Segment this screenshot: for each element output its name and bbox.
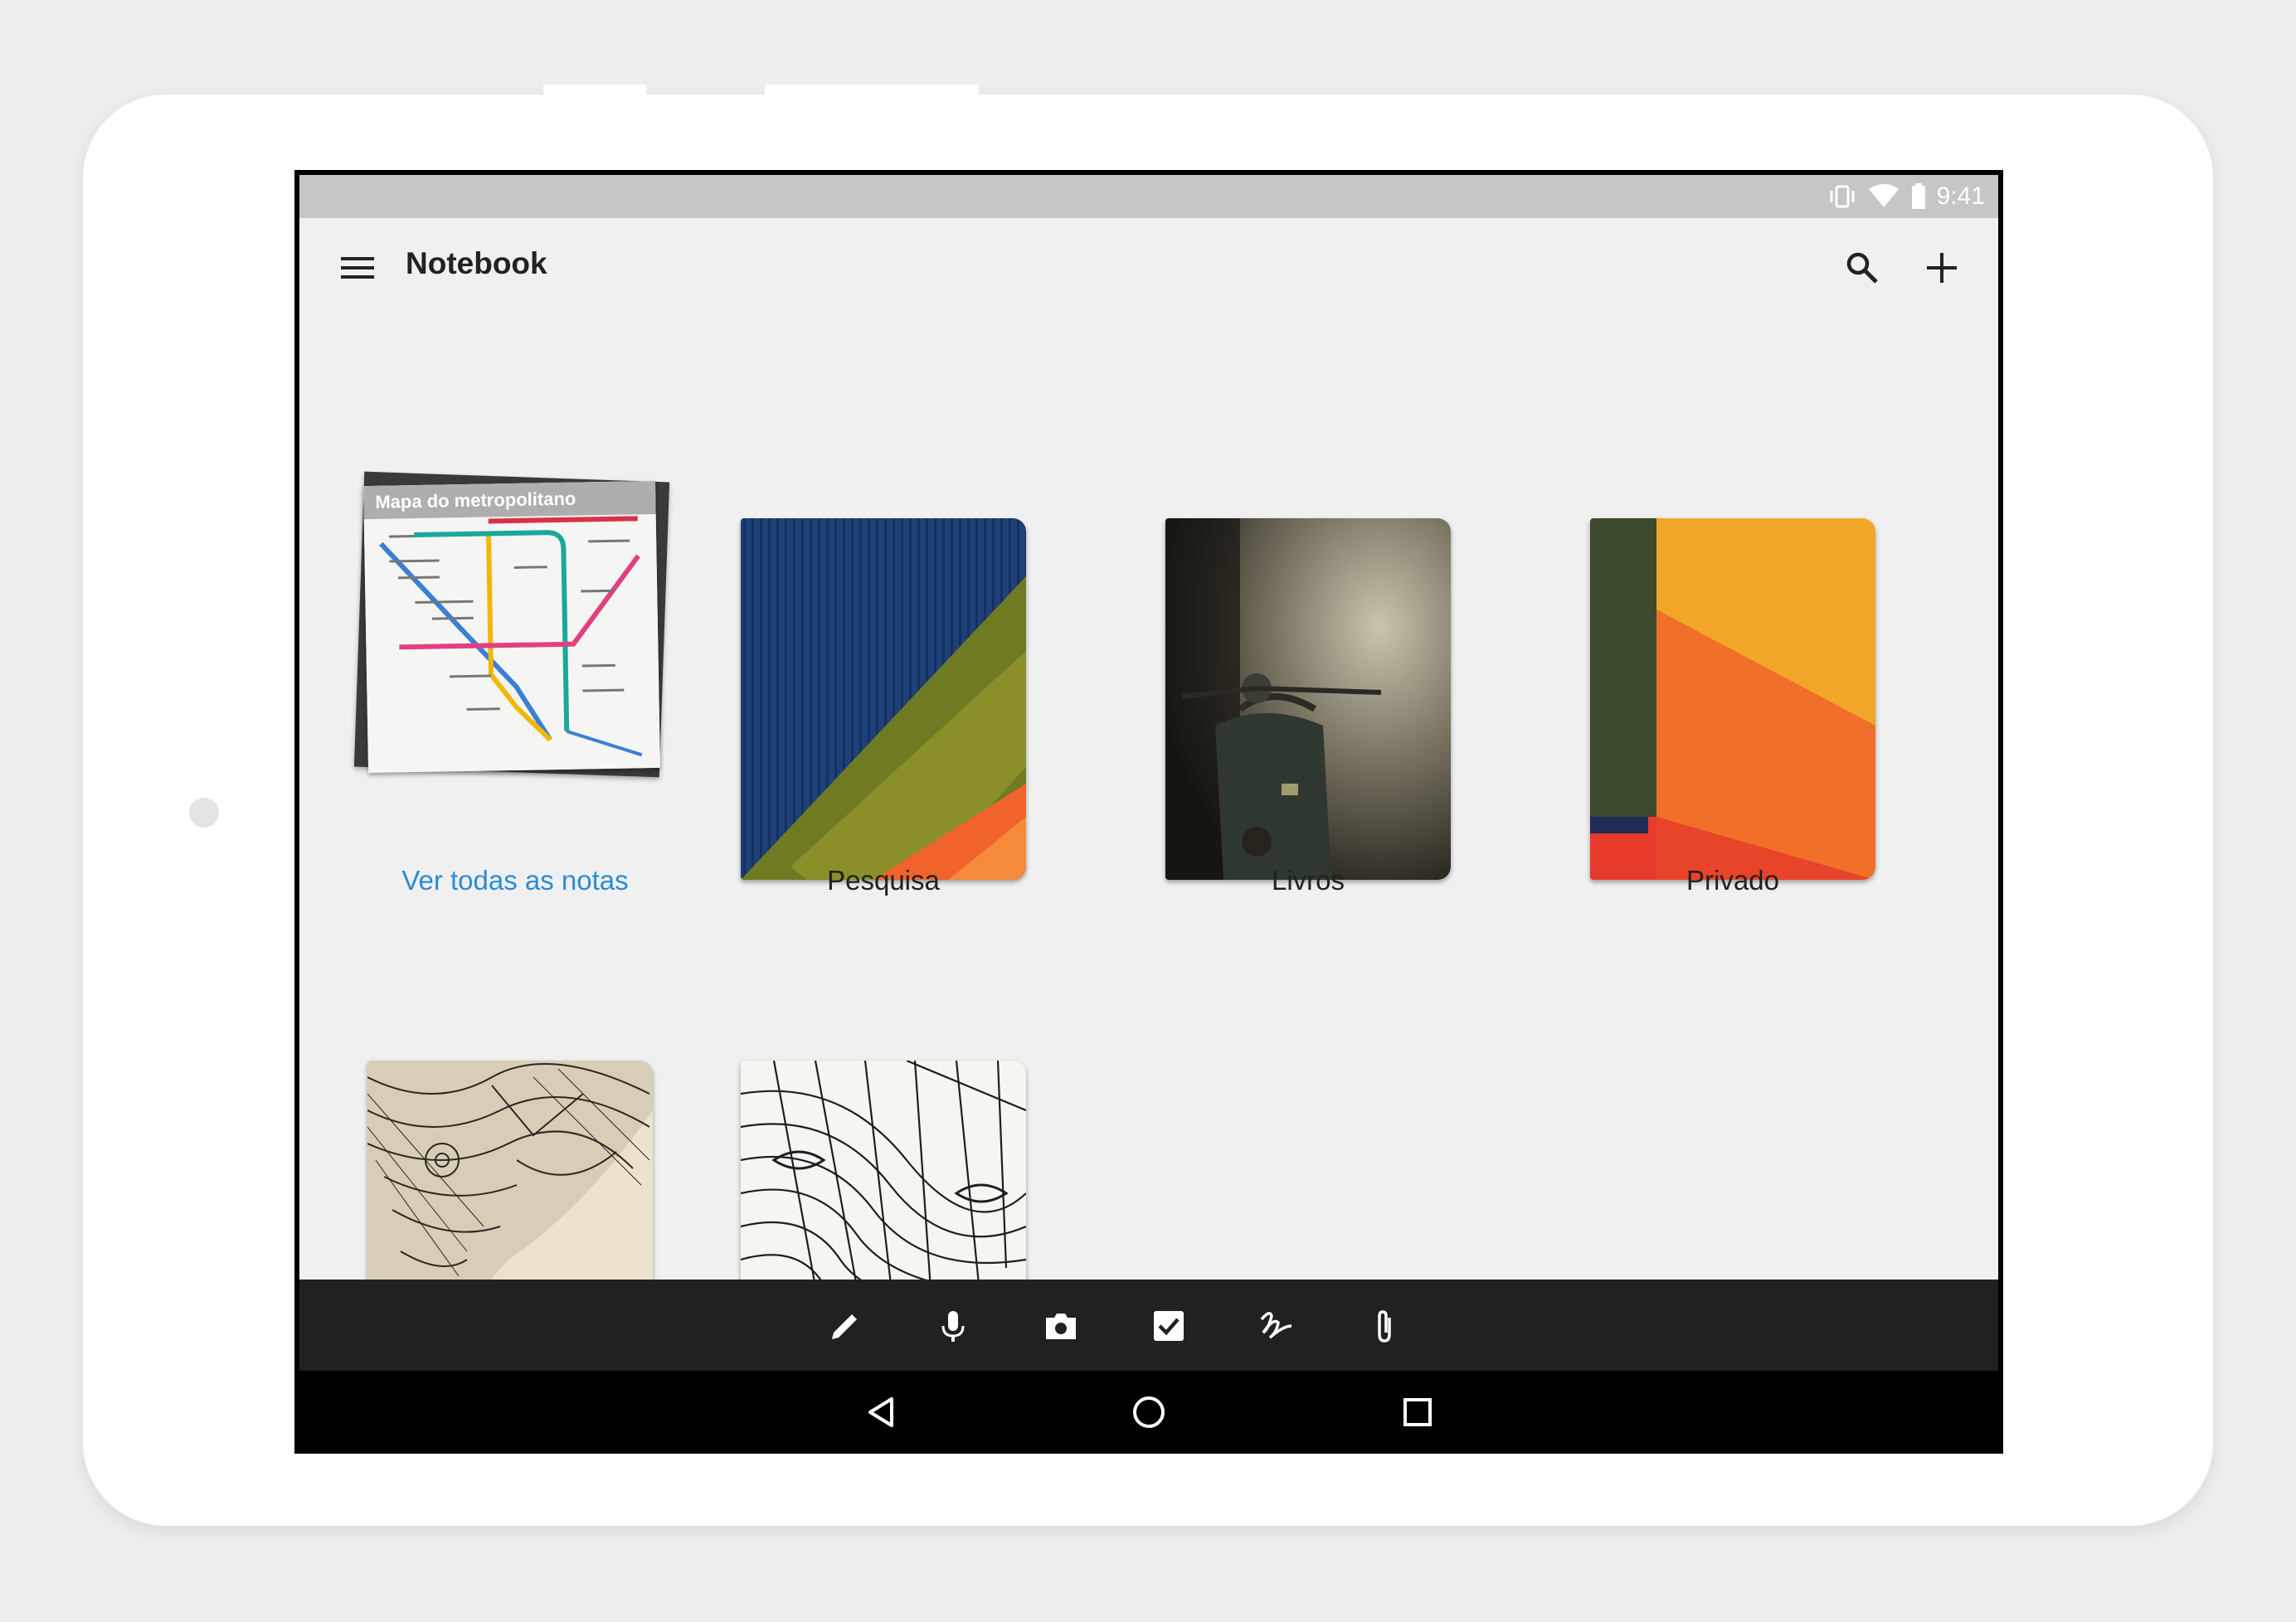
notebook-cover-privado[interactable] (1590, 518, 1875, 880)
app-bar: Notebook (299, 218, 1998, 318)
app-title: Notebook (406, 246, 547, 280)
home-icon[interactable] (1129, 1392, 1169, 1432)
screen: 9:41 Notebook Mapa do metropolitano Ver … (294, 170, 2003, 1454)
metro-map-image (363, 480, 660, 774)
hardware-power-button (765, 85, 979, 96)
note-type-toolbar (299, 1280, 1998, 1371)
status-time: 9:41 (1936, 182, 1985, 210)
attachment-icon[interactable] (1366, 1308, 1403, 1344)
back-icon[interactable] (862, 1392, 902, 1432)
map-preview-title: Mapa do metropolitano (363, 480, 656, 520)
menu-icon[interactable] (341, 251, 374, 284)
checkbox-icon[interactable] (1150, 1308, 1187, 1344)
metro-map-cover: Mapa do metropolitano (363, 480, 660, 774)
notebook-label-pesquisa[interactable]: Pesquisa (701, 865, 1066, 896)
notebook-label-livros[interactable]: Livros (1126, 865, 1491, 896)
battery-icon (1911, 183, 1925, 209)
add-icon[interactable] (1922, 248, 1962, 288)
recents-icon[interactable] (1398, 1392, 1437, 1432)
search-icon[interactable] (1844, 250, 1880, 286)
notebook-cover-pesquisa[interactable] (741, 518, 1026, 880)
handwriting-icon[interactable] (1258, 1308, 1295, 1344)
front-camera (189, 798, 219, 828)
vibrate-icon (1830, 185, 1855, 208)
wifi-icon (1868, 184, 1899, 207)
microphone-icon[interactable] (935, 1308, 971, 1344)
status-bar: 9:41 (299, 175, 1998, 218)
notebook-cover-livros[interactable] (1165, 518, 1451, 880)
pencil-icon[interactable] (827, 1308, 863, 1344)
hardware-volume-button (543, 85, 646, 96)
camera-icon[interactable] (1043, 1308, 1079, 1344)
notebook-label-privado[interactable]: Privado (1550, 865, 1915, 896)
system-nav-bar (294, 1371, 2003, 1454)
notebook-app: Notebook Mapa do metropolitano Ver todas… (299, 218, 1998, 1422)
notebook-label-all-notes[interactable]: Ver todas as notas (333, 865, 698, 896)
